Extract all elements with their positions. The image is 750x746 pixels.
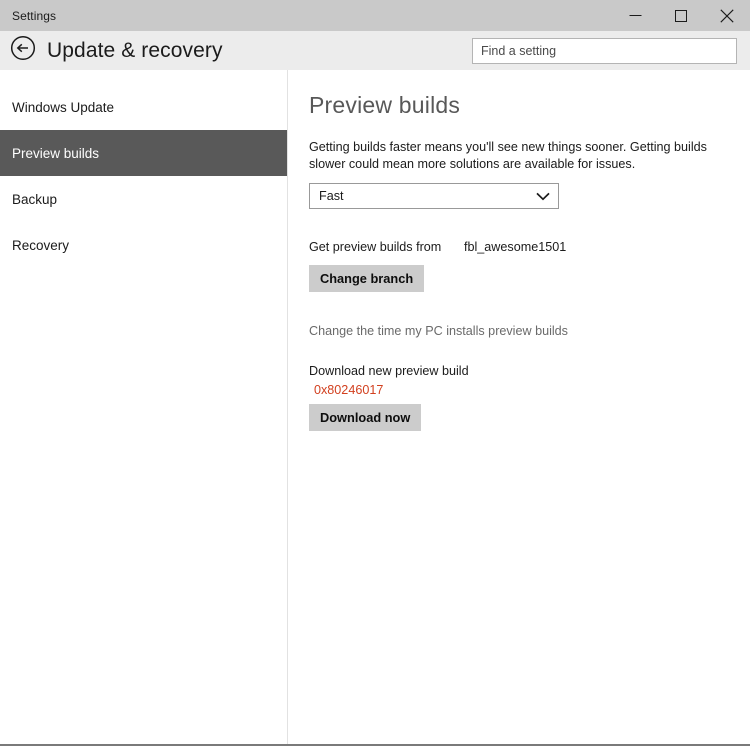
window-title: Settings [12,8,57,23]
content-pane: Preview builds Getting builds faster mea… [289,70,750,744]
preview-builds-description: Getting builds faster means you'll see n… [309,140,707,171]
error-code-text: 0x80246017 [314,383,384,397]
branch-row: Get preview builds from fbl_awesome1501 [309,240,750,254]
maximize-icon [675,9,687,22]
maximize-button[interactable] [658,0,704,31]
download-build-label: Download new preview build [309,364,469,378]
title-bar: Settings [0,0,750,31]
change-install-time-link[interactable]: Change the time my PC installs preview b… [309,324,750,338]
window-controls [612,0,750,31]
back-button[interactable] [9,35,37,66]
page-header: Update & recovery [0,31,750,70]
body-area: Windows Update Preview builds Backup Rec… [0,70,750,744]
search-box[interactable] [472,37,737,64]
change-branch-button[interactable]: Change branch [309,265,425,292]
minimize-icon [629,10,642,21]
sidebar-item-backup[interactable]: Backup [0,176,287,222]
search-container [223,37,750,64]
sidebar-item-preview-builds[interactable]: Preview builds [0,130,287,176]
chevron-down-icon [536,192,550,201]
sidebar-item-label: Backup [12,191,58,207]
sidebar-item-label: Recovery [12,237,70,253]
close-button[interactable] [704,0,750,31]
sidebar-item-label: Windows Update [12,99,115,115]
sidebar: Windows Update Preview builds Backup Rec… [0,70,288,744]
sidebar-item-windows-update[interactable]: Windows Update [0,84,287,130]
sidebar-item-recovery[interactable]: Recovery [0,222,287,268]
branch-label: Get preview builds from [309,240,442,254]
page-title: Update & recovery [47,38,223,62]
close-icon [720,8,734,23]
branch-value: fbl_awesome1501 [464,240,567,254]
minimize-button[interactable] [612,0,658,31]
content-title: Preview builds [309,92,461,118]
download-now-button[interactable]: Download now [309,404,422,431]
search-input[interactable] [473,38,736,63]
build-pace-select[interactable]: Fast [309,183,559,209]
build-pace-value: Fast [319,189,344,203]
sidebar-item-label: Preview builds [12,145,100,161]
back-arrow-icon [10,35,36,66]
settings-window: Settings Update & recovery Find a settin… [0,0,750,746]
